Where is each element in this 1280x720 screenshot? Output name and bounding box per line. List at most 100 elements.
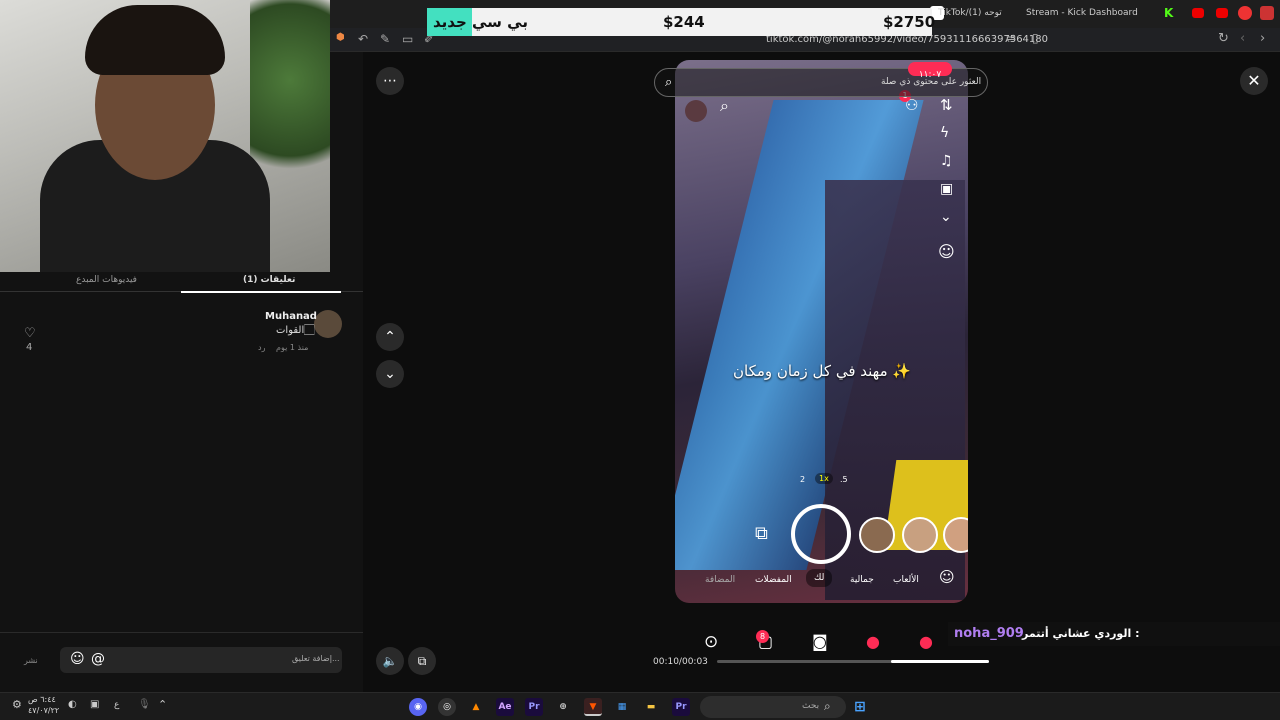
chat-username: noha_909 <box>954 626 1024 641</box>
chevron-down-icon[interactable]: ⌄ <box>940 210 952 224</box>
shutter-button[interactable] <box>791 504 851 564</box>
face-filter-icon[interactable]: ☺ <box>938 244 955 260</box>
mode-added[interactable]: المضافة <box>705 575 735 585</box>
panel-tabs: (1) تعليقات فيديوهات المبدع <box>0 272 363 293</box>
zoom-half[interactable]: .5 <box>840 475 848 484</box>
brave-icon[interactable]: ▼ <box>584 698 602 716</box>
forward-icon[interactable]: › <box>1260 32 1265 45</box>
store-icon[interactable]: ▦ <box>613 698 631 716</box>
headphones <box>85 5 225 75</box>
messages-count: 8 <box>759 632 766 641</box>
chat-message: noha_909 الوردي عشاني أتتمر : <box>948 622 1280 646</box>
tab-comments[interactable]: (1) تعليقات <box>243 275 295 285</box>
clock-date[interactable]: ٤٧/٠٧/٢٢ <box>28 706 59 715</box>
windows-start-icon[interactable]: ⊞ <box>851 698 869 716</box>
webcam-overlay <box>0 0 330 272</box>
discord-icon[interactable]: ◉ <box>409 698 427 716</box>
premiere-icon-2[interactable]: Pr <box>672 698 690 716</box>
bookmark-icon[interactable]: ▯ <box>1032 32 1039 44</box>
comment-placeholder: إضافة تعليق... <box>292 654 340 663</box>
zoom-1x[interactable]: 1x <box>815 473 833 484</box>
timer-badge-text: ١١:٠٧ <box>918 70 942 80</box>
wifi-icon[interactable]: ◐ <box>68 700 77 710</box>
youtube-icon[interactable] <box>1192 8 1204 18</box>
effect-avatar-2[interactable] <box>902 517 938 553</box>
taskbar-search[interactable]: ⌕ بحث <box>700 696 846 718</box>
zoom-2[interactable]: 2 <box>800 475 805 484</box>
mention-icon[interactable]: @ <box>91 652 105 666</box>
effect-avatar-1[interactable] <box>859 517 895 553</box>
post-button[interactable]: نشر <box>24 656 38 665</box>
gallery-icon[interactable]: ⧉ <box>755 525 768 543</box>
after-effects-icon[interactable]: Ae <box>496 698 514 716</box>
undo-icon[interactable]: ↶ <box>358 33 368 45</box>
chevron-up-icon[interactable]: ⌃ <box>376 323 404 351</box>
more-icon[interactable]: ⋯ <box>376 67 404 95</box>
explorer-icon[interactable]: ▬ <box>642 698 660 716</box>
heart-icon[interactable]: ♡ <box>24 327 36 340</box>
extension-icon[interactable] <box>1238 6 1252 20</box>
youtube-icon-2[interactable] <box>1216 8 1228 18</box>
messages-badge: 8 <box>756 630 769 643</box>
comment-text: القوات🏻 <box>276 325 315 336</box>
flip-camera-icon[interactable]: ⇅ <box>940 98 953 113</box>
avatar[interactable] <box>314 310 342 338</box>
goal-target: $2750 <box>883 13 936 31</box>
mic-icon[interactable]: 🎙 <box>138 700 151 710</box>
location-icon[interactable]: ⊙ <box>704 634 718 651</box>
goal-current: $244 <box>663 13 705 31</box>
profile-icon[interactable] <box>1260 6 1274 20</box>
tune-icon[interactable]: ⇌ <box>1006 32 1016 44</box>
video-frame[interactable]: ⌕ ⚇ 1 ⇅ ϟ ♫ ▣ ⌄ ☺ مهند في كل زمان ومكان … <box>675 60 968 603</box>
mode-favorites[interactable]: المفضلات <box>755 575 792 585</box>
camera-icon[interactable]: ◙ <box>812 634 828 650</box>
flash-off-icon[interactable]: ϟ <box>940 126 949 140</box>
chevron-up-icon[interactable]: ⌃ <box>158 699 167 710</box>
search-icon[interactable]: ⌕ <box>720 98 729 114</box>
language-indicator[interactable]: ع <box>114 700 119 710</box>
windows-taskbar: ⚙ ٦:٤٤ ص ٤٧/٠٧/٢٢ ◐ ▣ ع 🎙 ⌃ ◉ ◎ ▲ Ae Pr … <box>0 692 1280 720</box>
settings-icon[interactable]: ⚙ <box>12 699 22 710</box>
screen-icon[interactable]: ▭ <box>402 33 413 45</box>
close-icon[interactable]: ✕ <box>1240 67 1268 95</box>
brave-shield-icon[interactable]: ⬢ <box>336 33 345 43</box>
seek-bar[interactable] <box>717 660 989 663</box>
profile-avatar[interactable] <box>685 100 707 122</box>
mode-beauty[interactable]: جمالية <box>850 575 874 585</box>
pip-icon[interactable]: ⧉ <box>408 647 436 675</box>
reload-icon[interactable]: ↻ <box>1218 32 1229 45</box>
reply-link[interactable]: رد <box>258 343 265 352</box>
emoji-icon[interactable]: ☺ <box>70 652 85 666</box>
video-icon[interactable]: ▣ <box>940 182 953 196</box>
vlc-icon[interactable]: ▲ <box>467 698 485 716</box>
seek-bar-fill <box>891 660 989 663</box>
search-icon[interactable]: ⌕ <box>665 76 672 89</box>
obs-icon[interactable]: ◎ <box>438 698 456 716</box>
tab-active-indicator <box>181 291 341 293</box>
friends-icon[interactable]: ● <box>866 634 880 650</box>
music-icon[interactable]: ♫ <box>940 154 953 168</box>
premiere-icon[interactable]: Pr <box>525 698 543 716</box>
pen-icon[interactable]: ✎ <box>380 33 390 45</box>
taskbar-search-placeholder: بحث <box>802 701 820 711</box>
search-icon: ⌕ <box>824 699 831 713</box>
effects-icon[interactable]: ☺ <box>939 570 955 585</box>
comment-author[interactable]: Muhanad <box>265 311 317 322</box>
volume-icon[interactable]: 🔈 <box>376 647 404 675</box>
comment-input[interactable]: إضافة تعليق... ☺ @ <box>60 647 342 673</box>
back-icon[interactable]: ‹ <box>1240 32 1245 45</box>
tab-kick-dashboard[interactable]: Stream - Kick Dashboard <box>1026 8 1138 18</box>
goal-label: بي سي جديد <box>433 13 528 31</box>
kick-icon[interactable]: K <box>1164 7 1173 19</box>
mode-for-you[interactable]: لك <box>806 569 833 587</box>
chevron-down-icon[interactable]: ⌄ <box>376 360 404 388</box>
clock-time[interactable]: ٦:٤٤ ص <box>28 695 56 704</box>
app-icon[interactable]: ⊕ <box>554 698 572 716</box>
divider <box>0 632 363 633</box>
monitor-icon[interactable]: ▣ <box>90 700 99 710</box>
tab-creator-videos[interactable]: فيديوهات المبدع <box>76 275 137 285</box>
tab-tiktok[interactable]: TikTok/(1) توحه <box>938 8 1002 18</box>
mode-games[interactable]: الألعاب <box>893 575 919 585</box>
profile-nav-icon[interactable]: ● <box>919 634 933 650</box>
video-time: 00:10/00:03 <box>653 657 708 667</box>
